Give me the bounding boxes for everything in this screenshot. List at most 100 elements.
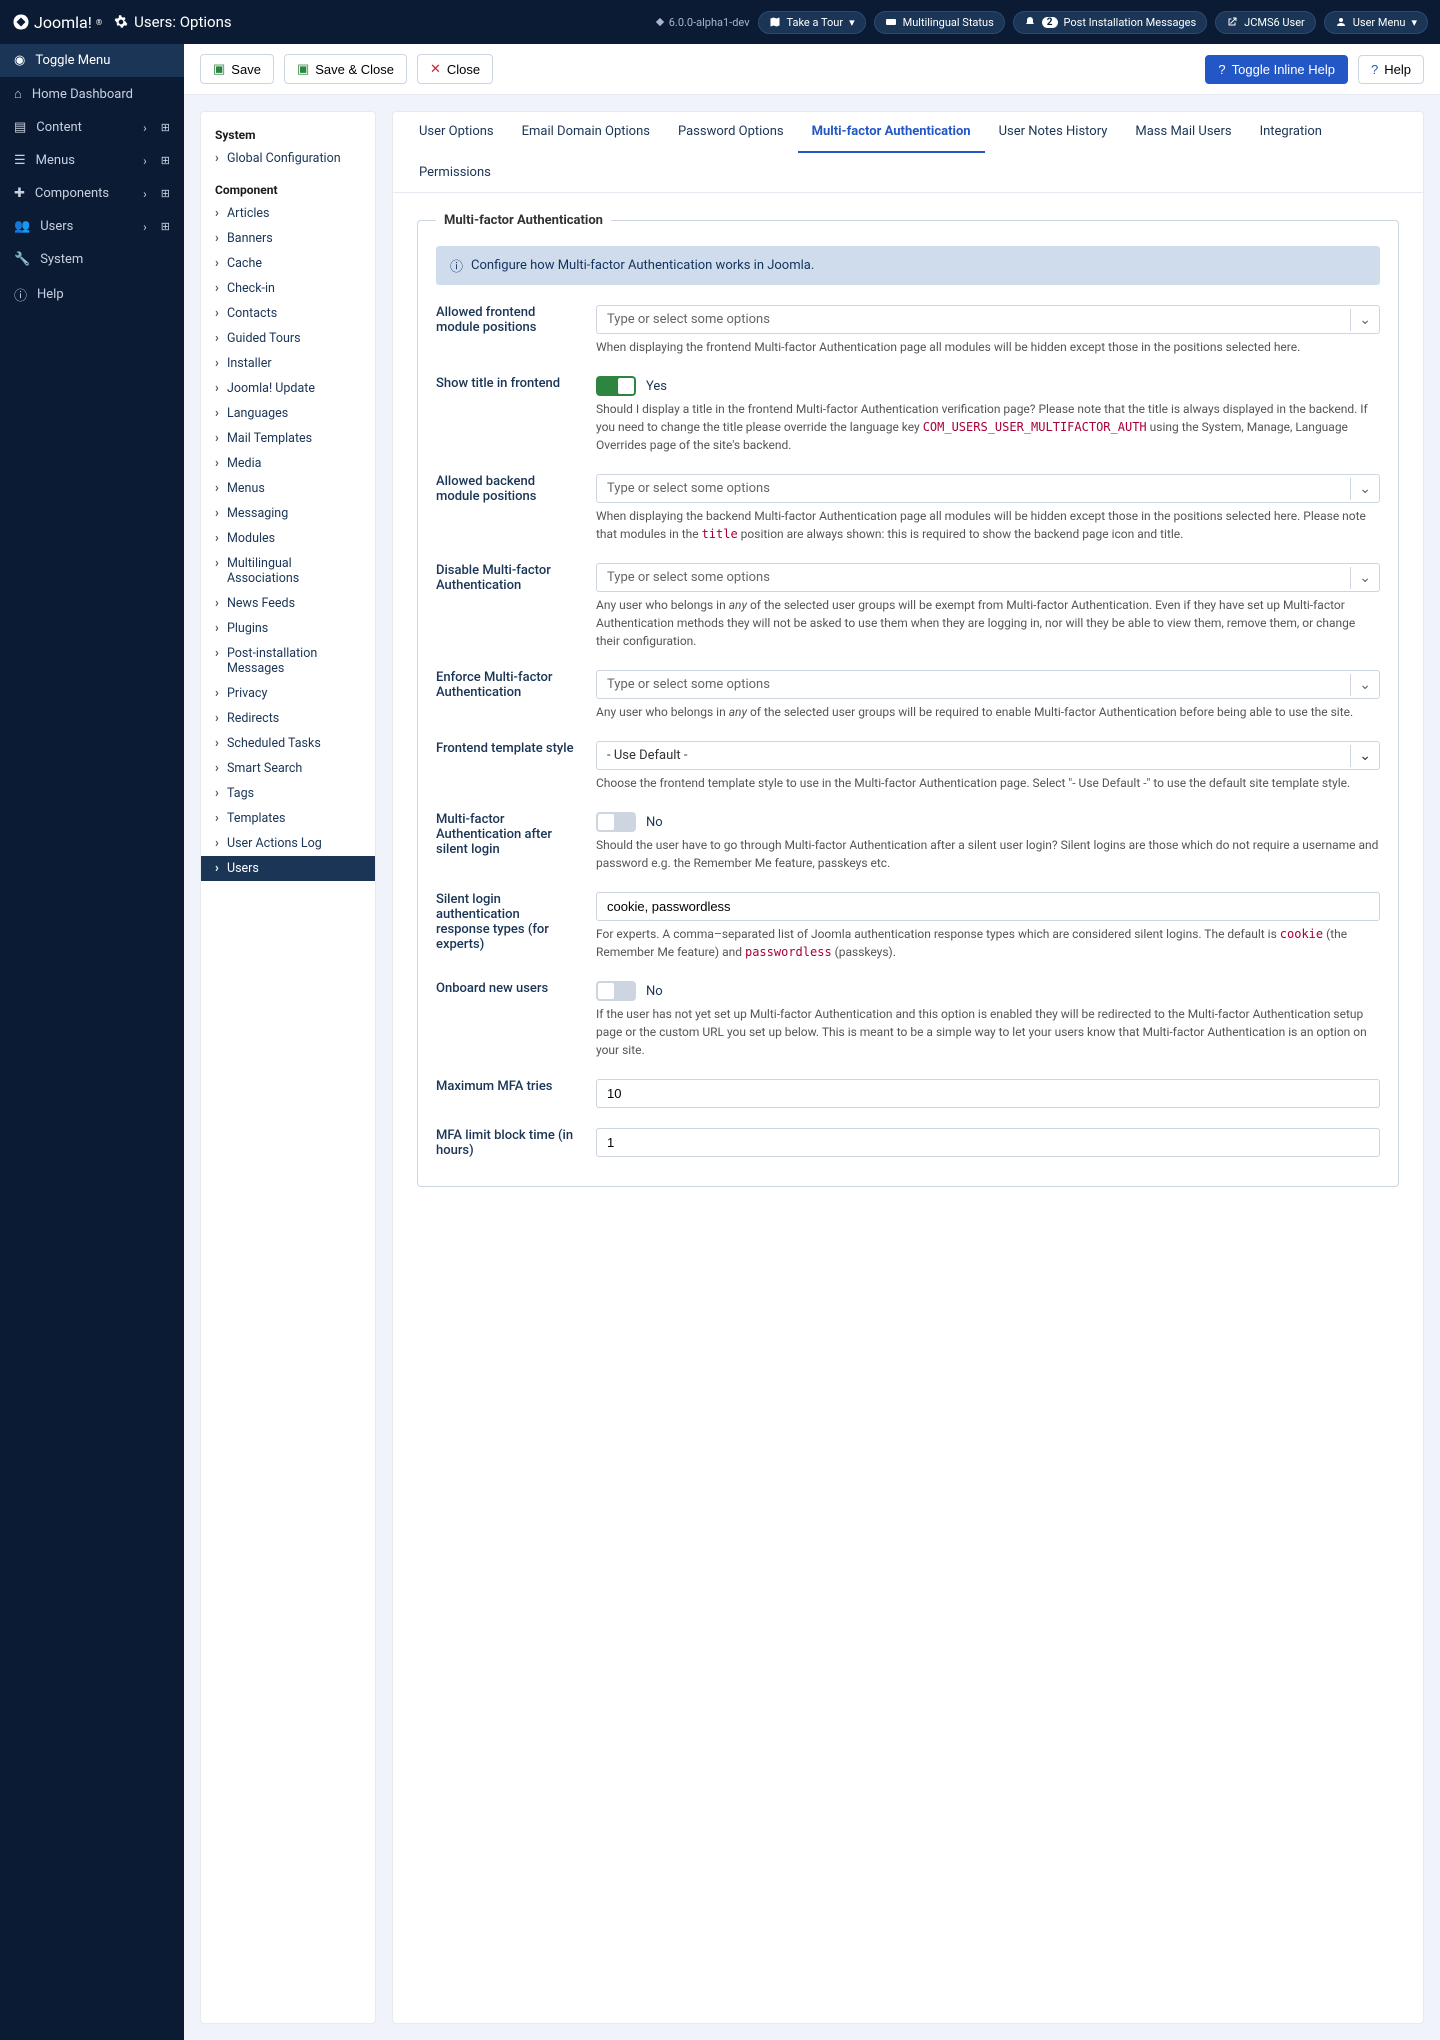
enforce-mfa-label: Enforce Multi-factor Authentication — [436, 670, 576, 721]
chevron-down-icon: ⌄ — [1350, 478, 1379, 500]
template-style-select[interactable]: - Use Default -⌄ — [596, 741, 1380, 770]
puzzle-icon: ✚ — [14, 186, 25, 201]
component-item[interactable]: Contacts — [201, 301, 375, 326]
global-config-link[interactable]: Global Configuration — [201, 146, 375, 171]
take-tour-chip[interactable]: Take a Tour ▾ — [758, 11, 866, 34]
component-item[interactable]: Media — [201, 451, 375, 476]
component-item[interactable]: Post-installation Messages — [201, 641, 375, 681]
frontend-positions-label: Allowed frontend module positions — [436, 305, 576, 356]
component-item[interactable]: Articles — [201, 201, 375, 226]
show-title-toggle[interactable] — [596, 376, 636, 396]
show-title-desc: Should I display a title in the frontend… — [596, 400, 1380, 454]
joomla-icon — [12, 13, 30, 31]
chevron-down-icon: ⌄ — [1350, 567, 1379, 589]
after-silent-toggle[interactable] — [596, 812, 636, 832]
frontend-positions-select[interactable]: Type or select some options⌄ — [596, 305, 1380, 334]
component-item[interactable]: Guided Tours — [201, 326, 375, 351]
chevron-right-icon: › — [143, 187, 147, 201]
component-item[interactable]: Mail Templates — [201, 426, 375, 451]
grid-icon[interactable]: ⊞ — [161, 121, 170, 134]
chevron-down-icon: ⌄ — [1350, 745, 1379, 767]
tabs: User OptionsEmail Domain OptionsPassword… — [393, 112, 1423, 193]
silent-types-input[interactable] — [596, 892, 1380, 921]
component-item[interactable]: Cache — [201, 251, 375, 276]
tab[interactable]: Integration — [1246, 112, 1336, 153]
silent-types-label: Silent login authentication response typ… — [436, 892, 576, 961]
enforce-mfa-select[interactable]: Type or select some options⌄ — [596, 670, 1380, 699]
site-link-chip[interactable]: JCMS6 User — [1215, 11, 1316, 34]
grid-icon[interactable]: ⊞ — [161, 154, 170, 167]
sidebar-menus[interactable]: ☰Menus›⊞ — [0, 144, 184, 177]
sidebar-components[interactable]: ✚Components›⊞ — [0, 177, 184, 210]
sidebar-users[interactable]: 👥Users›⊞ — [0, 210, 184, 243]
component-item[interactable]: Plugins — [201, 616, 375, 641]
backend-positions-select[interactable]: Type or select some options⌄ — [596, 474, 1380, 503]
save-icon: ▣ — [213, 61, 225, 77]
component-item[interactable]: Privacy — [201, 681, 375, 706]
component-item[interactable]: Joomla! Update — [201, 376, 375, 401]
fieldset-legend: Multi-factor Authentication — [436, 213, 611, 228]
grid-icon[interactable]: ⊞ — [161, 220, 170, 233]
grid-icon[interactable]: ⊞ — [161, 187, 170, 200]
after-silent-desc: Should the user have to go through Multi… — [596, 836, 1380, 872]
save-button[interactable]: ▣Save — [200, 54, 274, 84]
component-item[interactable]: Templates — [201, 806, 375, 831]
component-item[interactable]: Multilingual Associations — [201, 551, 375, 591]
component-item[interactable]: Installer — [201, 351, 375, 376]
component-item[interactable]: Check-in — [201, 276, 375, 301]
tab[interactable]: User Options — [405, 112, 508, 153]
toggle-inline-help-button[interactable]: ?Toggle Inline Help — [1205, 55, 1348, 84]
component-heading: Component — [201, 179, 375, 201]
joomla-small-icon — [655, 17, 665, 27]
sidebar-content[interactable]: ▤Content›⊞ — [0, 111, 184, 144]
component-item[interactable]: Modules — [201, 526, 375, 551]
after-silent-label: Multi-factor Authentication after silent… — [436, 812, 576, 872]
multilingual-chip[interactable]: Multilingual Status — [874, 11, 1005, 34]
disable-mfa-select[interactable]: Type or select some options⌄ — [596, 563, 1380, 592]
close-button[interactable]: ✕Close — [417, 54, 493, 84]
sidebar-home[interactable]: ⌂Home Dashboard — [0, 77, 184, 111]
user-menu-chip[interactable]: User Menu ▾ — [1324, 11, 1428, 34]
tab[interactable]: Password Options — [664, 112, 798, 153]
sidebar-system[interactable]: 🔧System — [0, 243, 184, 276]
max-tries-label: Maximum MFA tries — [436, 1079, 576, 1108]
component-item[interactable]: Languages — [201, 401, 375, 426]
component-item[interactable]: Users — [201, 856, 375, 881]
page-title: Users: Options — [114, 13, 231, 31]
enforce-mfa-desc: Any user who belongs in any of the selec… — [596, 703, 1380, 721]
max-tries-input[interactable] — [596, 1079, 1380, 1108]
component-item[interactable]: News Feeds — [201, 591, 375, 616]
silent-types-desc: For experts. A comma–separated list of J… — [596, 925, 1380, 961]
wrench-icon: 🔧 — [14, 252, 30, 267]
component-item[interactable]: Menus — [201, 476, 375, 501]
block-time-input[interactable] — [596, 1128, 1380, 1157]
system-heading: System — [201, 124, 375, 146]
component-item[interactable]: Tags — [201, 781, 375, 806]
onboard-toggle[interactable] — [596, 981, 636, 1001]
component-item[interactable]: Redirects — [201, 706, 375, 731]
post-install-chip[interactable]: 2Post Installation Messages — [1013, 11, 1207, 34]
chevron-right-icon: › — [143, 220, 147, 234]
help-button[interactable]: ?Help — [1358, 55, 1424, 84]
component-item[interactable]: Smart Search — [201, 756, 375, 781]
component-item[interactable]: Messaging — [201, 501, 375, 526]
component-item[interactable]: Scheduled Tasks — [201, 731, 375, 756]
toggle-icon: ◉ — [14, 53, 25, 68]
tab[interactable]: Multi-factor Authentication — [798, 112, 985, 153]
component-item[interactable]: Banners — [201, 226, 375, 251]
info-alert: ⓘConfigure how Multi-factor Authenticati… — [436, 246, 1380, 285]
toggle-menu-item[interactable]: ◉Toggle Menu — [0, 44, 184, 77]
tab[interactable]: Email Domain Options — [508, 112, 664, 153]
tab[interactable]: Mass Mail Users — [1121, 112, 1245, 153]
tab[interactable]: User Notes History — [985, 112, 1122, 153]
sidebar-help[interactable]: ⓘHelp — [0, 276, 184, 313]
gear-icon — [114, 15, 128, 29]
options-panel: User OptionsEmail Domain OptionsPassword… — [392, 111, 1424, 2024]
component-item[interactable]: User Actions Log — [201, 831, 375, 856]
brand-logo[interactable]: Joomla!® — [12, 13, 102, 32]
chevron-right-icon: › — [143, 154, 147, 168]
user-icon — [1335, 16, 1347, 28]
save-close-button[interactable]: ▣Save & Close — [284, 54, 407, 84]
backend-positions-desc: When displaying the backend Multi-factor… — [596, 507, 1380, 543]
tab[interactable]: Permissions — [405, 153, 505, 192]
